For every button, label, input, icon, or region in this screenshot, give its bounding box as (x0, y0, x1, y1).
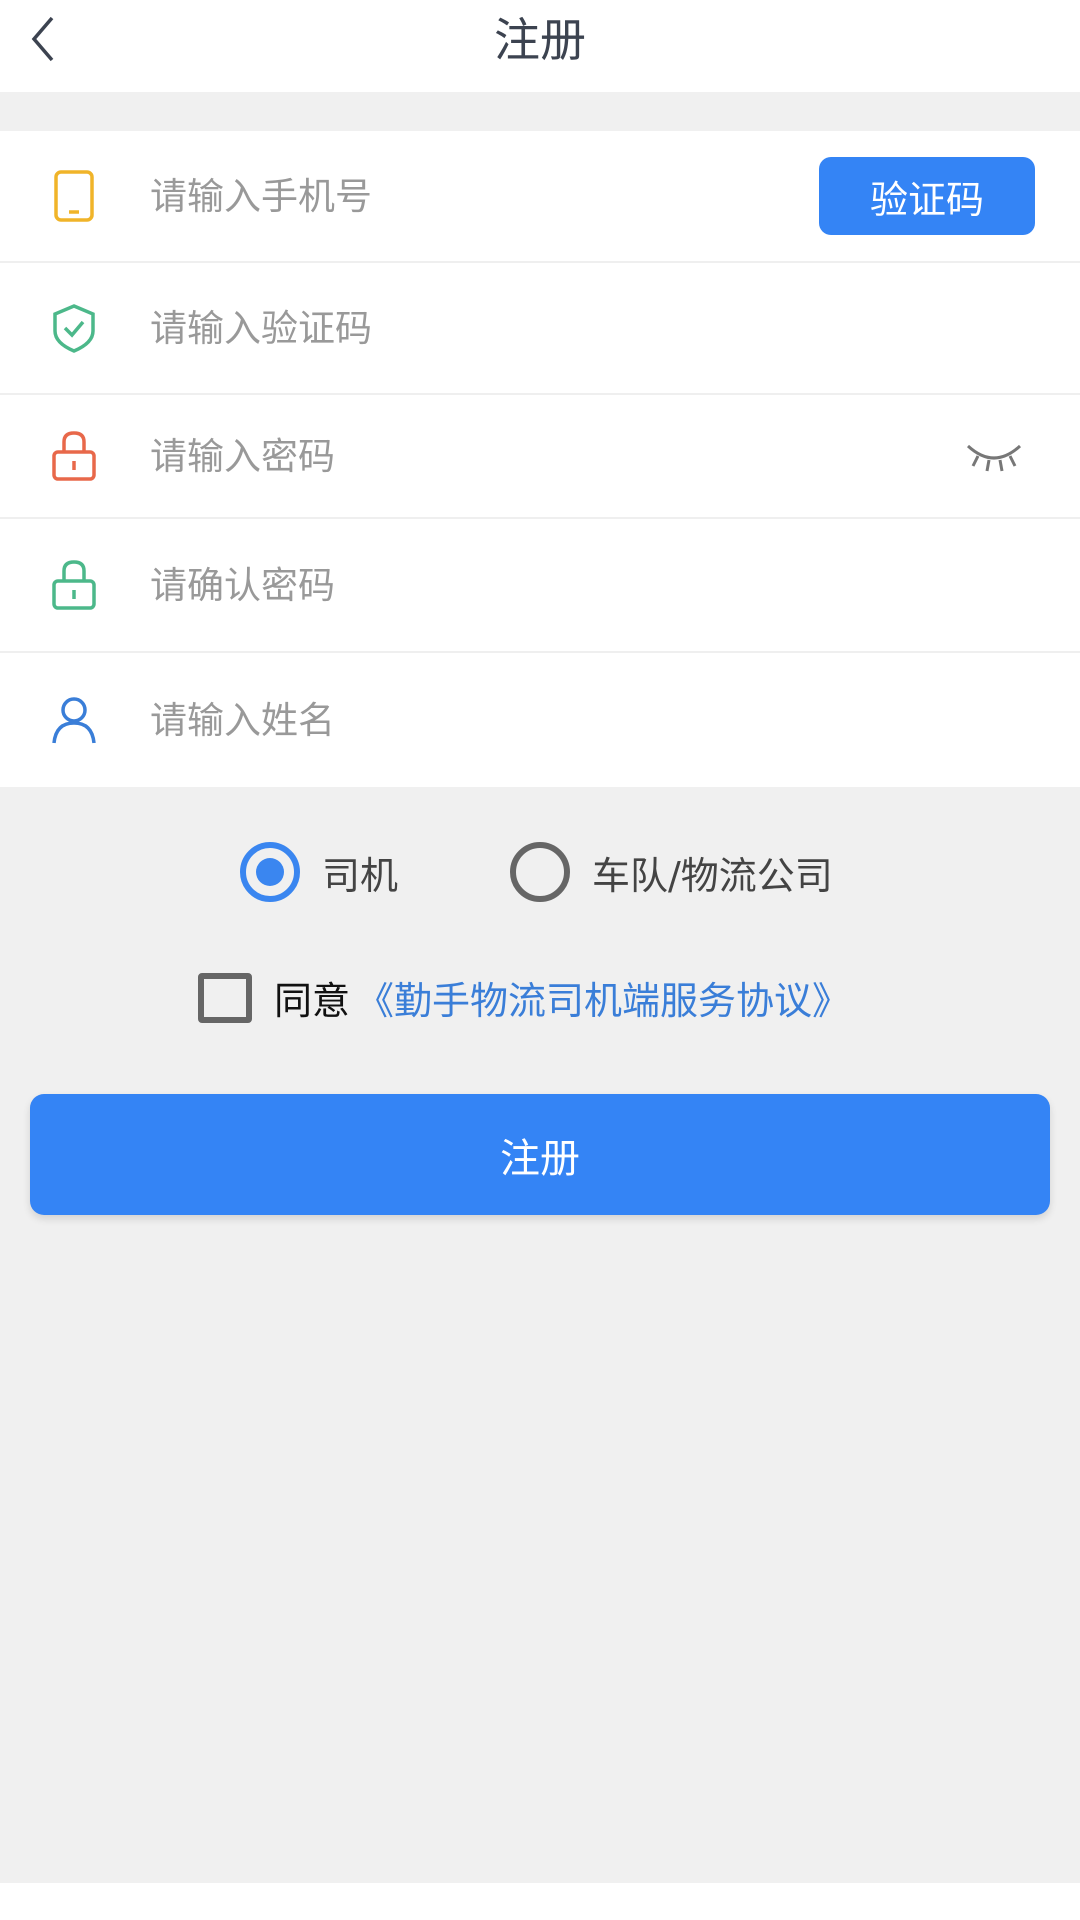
eye-closed-icon[interactable] (964, 436, 1024, 476)
agreement-link[interactable]: 《勤手物流司机端服务协议》 (356, 970, 850, 1025)
radio-unselected-icon[interactable] (510, 842, 570, 902)
name-row (0, 653, 1080, 787)
agreement: 同意 《勤手物流司机端服务协议》 (198, 970, 850, 1025)
registration-form: 验证码 (0, 131, 1080, 787)
code-row (0, 263, 1080, 395)
name-input[interactable] (150, 685, 790, 755)
confirm-password-input[interactable] (150, 550, 790, 620)
header: 注册 (0, 0, 1080, 92)
bottom-bar (0, 1883, 1080, 1920)
get-code-button[interactable]: 验证码 (819, 157, 1035, 235)
lock-icon (48, 559, 100, 611)
password-input[interactable] (150, 421, 790, 491)
shield-check-icon (48, 302, 100, 354)
lock-icon (48, 430, 100, 482)
role-label: 车队/物流公司 (592, 853, 833, 898)
phone-icon (48, 170, 100, 222)
role-selector: 司机 车队/物流公司 (0, 842, 1080, 902)
page-title: 注册 (494, 13, 586, 67)
code-input[interactable] (150, 293, 790, 363)
register-button[interactable]: 注册 (30, 1094, 1050, 1215)
phone-row: 验证码 (0, 131, 1080, 263)
agreement-checkbox[interactable] (198, 972, 252, 1023)
confirm-password-row (0, 519, 1080, 653)
role-option-driver[interactable]: 司机 (240, 842, 398, 902)
role-label: 司机 (322, 853, 399, 898)
password-row (0, 395, 1080, 519)
role-option-fleet[interactable]: 车队/物流公司 (510, 842, 833, 902)
agreement-prefix: 同意 (274, 979, 351, 1023)
phone-input[interactable] (150, 161, 790, 231)
user-icon (48, 694, 100, 746)
radio-selected-icon[interactable] (240, 842, 300, 902)
